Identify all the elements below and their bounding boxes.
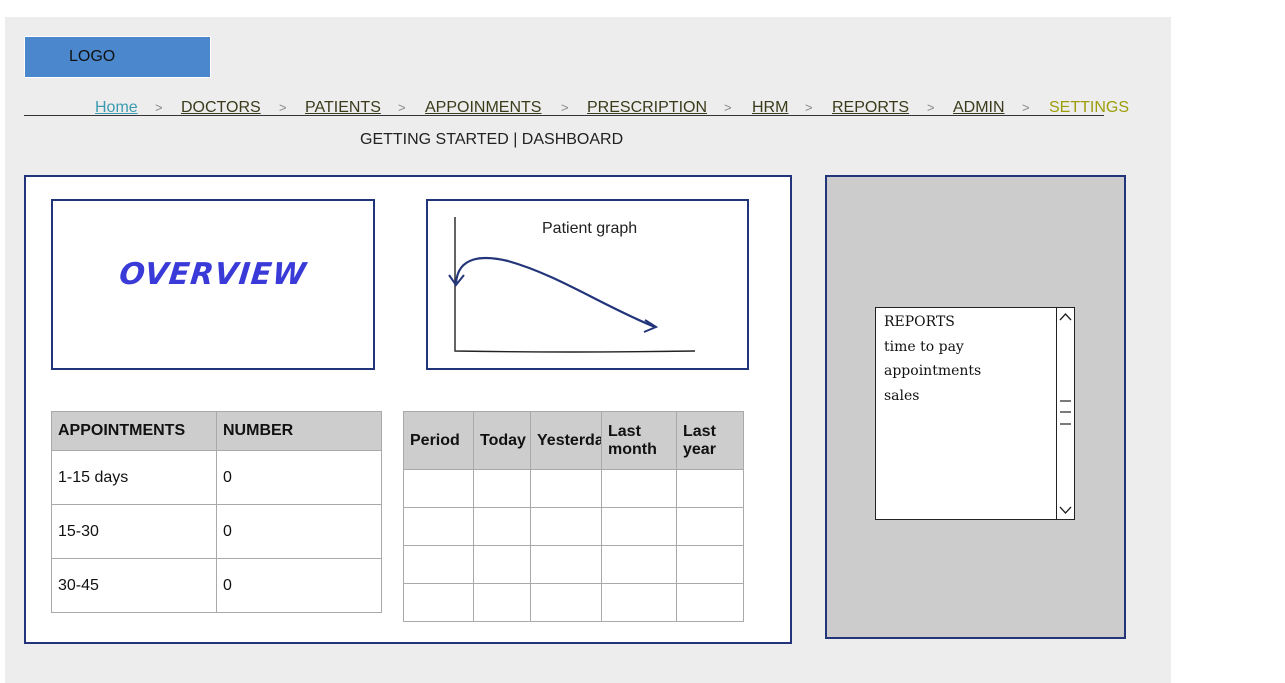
table-cell: 0 xyxy=(216,450,382,505)
nav-separator: > xyxy=(155,100,163,115)
table-header-row: Period Today Yesterday Last month Last y… xyxy=(403,411,744,470)
column-header: Yesterday xyxy=(530,411,602,470)
table-cell xyxy=(601,507,677,546)
table-cell xyxy=(530,545,602,584)
breadcrumb: Home > DOCTORS > PATIENTS > APPOINMENTS … xyxy=(24,98,1129,118)
chevron-down-icon[interactable] xyxy=(1057,503,1074,517)
patient-graph-icon xyxy=(448,217,696,353)
nav-link-admin[interactable]: ADMIN xyxy=(953,99,1005,117)
overview-card[interactable]: OVERVIEW xyxy=(51,199,375,370)
nav-link-appoinments[interactable]: APPOINMENTS xyxy=(425,99,541,117)
table-cell xyxy=(403,545,474,584)
list-item-reports[interactable]: REPORTS xyxy=(884,314,955,330)
table-cell xyxy=(403,469,474,508)
table-cell: 15-30 xyxy=(51,504,217,559)
nav-separator: > xyxy=(927,100,935,115)
overview-title: OVERVIEW xyxy=(117,257,309,292)
table-cell xyxy=(601,583,677,622)
table-row[interactable] xyxy=(403,469,744,508)
column-header: Last year xyxy=(676,411,744,470)
table-row[interactable]: 30-45 0 xyxy=(51,558,382,613)
table-cell: 30-45 xyxy=(51,558,217,613)
list-scrollbar[interactable] xyxy=(1056,308,1074,519)
table-row[interactable] xyxy=(403,583,744,622)
list-item-appointments[interactable]: appointments xyxy=(884,363,981,379)
table-cell: 1-15 days xyxy=(51,450,217,505)
nav-link-settings[interactable]: SETTINGS xyxy=(1049,99,1129,117)
table-cell xyxy=(601,469,677,508)
table-cell xyxy=(530,469,602,508)
table-cell xyxy=(530,507,602,546)
patient-graph-card[interactable]: Patient graph xyxy=(426,199,749,370)
column-header: NUMBER xyxy=(216,411,382,451)
table-cell xyxy=(403,583,474,622)
column-header: APPOINTMENTS xyxy=(51,411,217,451)
table-cell xyxy=(601,545,677,584)
column-header: Today xyxy=(473,411,531,470)
table-cell xyxy=(676,583,744,622)
table-cell xyxy=(676,507,744,546)
nav-separator: > xyxy=(805,100,813,115)
list-item-time-to-pay[interactable]: time to pay xyxy=(884,339,964,355)
period-table: Period Today Yesterday Last month Last y… xyxy=(403,411,744,622)
nav-link-patients[interactable]: PATIENTS xyxy=(305,99,381,117)
table-row[interactable] xyxy=(403,545,744,584)
column-header: Period xyxy=(403,411,474,470)
table-cell: 0 xyxy=(216,504,382,559)
nav-link-doctors[interactable]: DOCTORS xyxy=(181,99,261,117)
scrollbar-thumb-icon[interactable] xyxy=(1060,400,1071,428)
nav-separator: > xyxy=(561,100,569,115)
table-header-row: APPOINTMENTS NUMBER xyxy=(51,411,382,451)
table-cell xyxy=(473,507,531,546)
nav-link-hrm[interactable]: HRM xyxy=(752,99,788,117)
table-row[interactable]: 1-15 days 0 xyxy=(51,450,382,505)
chevron-up-icon[interactable] xyxy=(1057,310,1074,324)
nav-link-reports[interactable]: REPORTS xyxy=(832,99,909,117)
nav-separator: > xyxy=(279,100,287,115)
reports-list[interactable]: REPORTS time to pay appointments sales xyxy=(875,307,1075,520)
list-item-sales[interactable]: sales xyxy=(884,388,919,404)
nav-separator: > xyxy=(398,100,406,115)
table-cell xyxy=(530,583,602,622)
table-cell xyxy=(473,469,531,508)
logo[interactable]: LOGO xyxy=(24,36,211,78)
table-cell xyxy=(473,583,531,622)
nav-separator: > xyxy=(1022,100,1030,115)
table-cell xyxy=(403,507,474,546)
appointments-table: APPOINTMENTS NUMBER 1-15 days 0 15-30 0 … xyxy=(51,411,382,613)
table-cell xyxy=(473,545,531,584)
table-cell xyxy=(676,469,744,508)
table-cell xyxy=(676,545,744,584)
table-cell: 0 xyxy=(216,558,382,613)
nav-link-home[interactable]: Home xyxy=(95,99,138,117)
nav-separator: > xyxy=(724,100,732,115)
table-row[interactable]: 15-30 0 xyxy=(51,504,382,559)
table-row[interactable] xyxy=(403,507,744,546)
column-header: Last month xyxy=(601,411,677,470)
page-subtitle: GETTING STARTED | DASHBOARD xyxy=(360,131,624,148)
nav-link-prescription[interactable]: PRESCRIPTION xyxy=(587,99,707,117)
